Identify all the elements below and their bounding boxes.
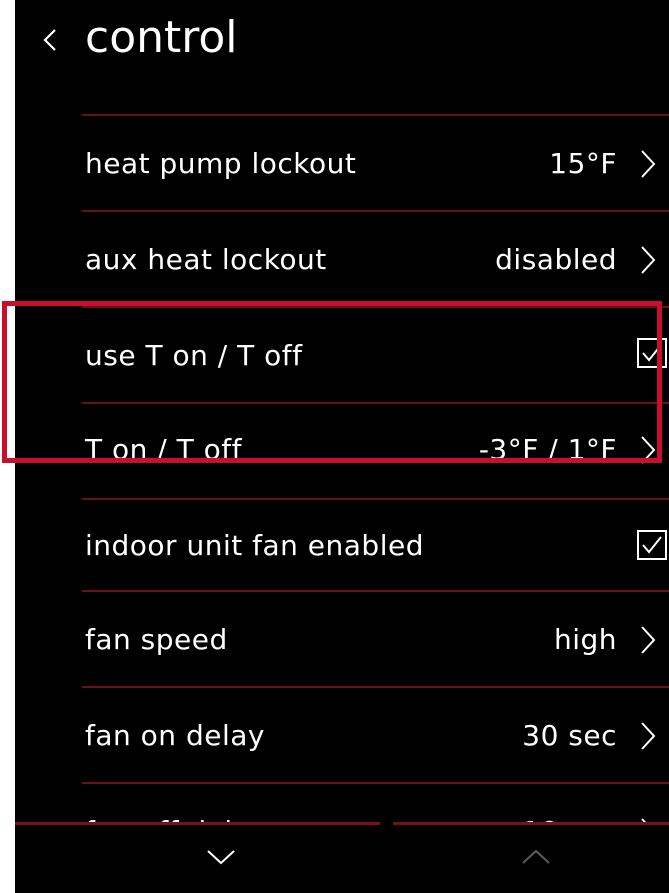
chevron-right-icon (641, 436, 656, 464)
row-value: 30 sec (522, 719, 617, 752)
row-fan-on-delay[interactable]: fan on delay 30 sec (15, 688, 669, 784)
chevron-right-icon (641, 150, 656, 178)
chevron-right-icon (641, 626, 656, 654)
chevron-right-icon (641, 722, 656, 750)
row-label: fan on delay (85, 719, 265, 752)
row-value: -3°F / 1°F (478, 433, 617, 466)
row-label: heat pump lockout (85, 147, 357, 180)
footer-divider (15, 822, 380, 825)
row-value: high (553, 623, 617, 656)
row-label: use T on / T off (85, 339, 303, 372)
row-t-on-t-off[interactable]: T on / T off -3°F / 1°F (15, 404, 669, 500)
chevron-up-icon[interactable] (520, 847, 552, 867)
footer-divider (393, 822, 669, 825)
chevron-down-icon[interactable] (205, 847, 237, 867)
footer-nav (15, 822, 669, 893)
row-value: disabled (495, 243, 617, 276)
header: control (15, 0, 669, 95)
row-heat-pump-lockout[interactable]: heat pump lockout 15°F (15, 116, 669, 212)
page-title: control (85, 12, 238, 63)
row-label: fan speed (85, 623, 228, 656)
chevron-left-icon[interactable] (37, 26, 65, 54)
chevron-right-icon (641, 246, 656, 274)
row-label: T on / T off (85, 433, 242, 466)
row-label: aux heat lockout (85, 243, 327, 276)
checkbox-checked-icon[interactable] (637, 530, 667, 560)
row-use-t-on-t-off[interactable]: use T on / T off (15, 308, 669, 404)
row-fan-speed[interactable]: fan speed high (15, 592, 669, 688)
control-screen: control heat pump lockout 15°F aux heat … (15, 0, 669, 893)
row-indoor-unit-fan-enabled[interactable]: indoor unit fan enabled (15, 500, 669, 596)
checkbox-checked-icon[interactable] (637, 338, 667, 368)
row-value: 15°F (549, 147, 617, 180)
row-label: indoor unit fan enabled (85, 529, 424, 562)
row-aux-heat-lockout[interactable]: aux heat lockout disabled (15, 212, 669, 308)
